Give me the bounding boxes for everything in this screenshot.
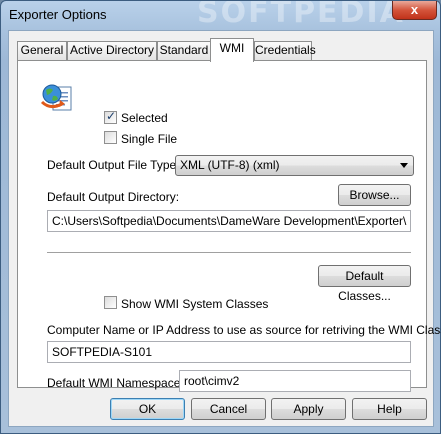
- tab-active-directory[interactable]: Active Directory: [67, 41, 157, 60]
- help-button[interactable]: Help: [352, 398, 427, 420]
- output-type-select[interactable]: XML (UTF-8) (xml): [175, 155, 414, 176]
- tab-credentials[interactable]: Credentials: [254, 41, 316, 60]
- single-file-checkbox[interactable]: [104, 131, 117, 144]
- wmi-tab-panel: ✓ Selected Single File Default Output Fi…: [17, 60, 441, 392]
- cancel-button[interactable]: Cancel: [191, 398, 266, 420]
- tab-standard[interactable]: Standard: [157, 41, 211, 60]
- title-bar[interactable]: Exporter Options SOFTPEDIA x: [1, 1, 440, 29]
- single-file-label: Single File: [121, 132, 178, 146]
- computer-name-field[interactable]: SOFTPEDIA-S101: [47, 341, 411, 363]
- namespace-label: Default WMI Namespace:: [47, 376, 184, 390]
- output-type-label: Default Output File Type:: [47, 158, 180, 172]
- ok-button[interactable]: OK: [110, 398, 185, 420]
- output-type-value: XML (UTF-8) (xml): [180, 158, 280, 172]
- exporter-options-window: Exporter Options SOFTPEDIA x General Act…: [0, 0, 441, 434]
- watermark: SOFTPEDIA: [197, 1, 405, 29]
- separator: [47, 252, 411, 254]
- selected-label: Selected: [121, 111, 168, 125]
- output-dir-label: Default Output Directory:: [47, 190, 180, 204]
- chevron-down-icon: [400, 163, 408, 168]
- namespace-field[interactable]: root\cimv2: [179, 370, 411, 392]
- show-system-classes-label: Show WMI System Classes: [121, 297, 269, 311]
- browse-button[interactable]: Browse...: [338, 184, 411, 206]
- close-button[interactable]: x: [392, 1, 437, 20]
- selected-checkbox[interactable]: ✓: [104, 109, 117, 124]
- tab-wmi[interactable]: WMI: [210, 38, 254, 62]
- apply-button[interactable]: Apply: [271, 398, 346, 420]
- exporter-globe-document-icon: [40, 80, 74, 114]
- output-dir-field[interactable]: C:\Users\Softpedia\Documents\DameWare De…: [47, 210, 411, 232]
- show-system-classes-checkbox[interactable]: [104, 296, 117, 309]
- default-classes-button[interactable]: Default Classes...: [318, 265, 411, 303]
- computer-name-label: Computer Name or IP Address to use as so…: [47, 323, 441, 337]
- checkmark-icon: ✓: [106, 109, 117, 123]
- dialog-client-area: General Active Directory Standard WMI Cr…: [8, 30, 441, 427]
- tab-general[interactable]: General: [17, 41, 67, 60]
- window-title: Exporter Options: [9, 7, 107, 22]
